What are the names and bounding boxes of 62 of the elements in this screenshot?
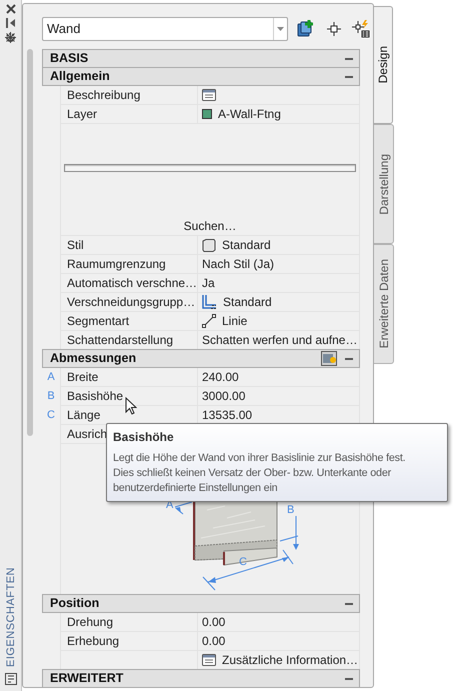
- dimension-arrow: [174, 502, 192, 514]
- image-icon[interactable]: [321, 351, 337, 366]
- property-label: Layer: [67, 106, 98, 123]
- property-label: Automatisch verschne…: [67, 275, 198, 292]
- tooltip-title: Basishöhe: [113, 429, 175, 446]
- property-value: 0.00: [202, 633, 226, 650]
- gear-icon[interactable]: [5, 32, 16, 43]
- dimension-marker: B: [47, 389, 55, 404]
- object-dropdown[interactable]: Wand: [42, 17, 288, 41]
- tab[interactable]: Erweiterte Daten: [374, 244, 394, 364]
- tooltip-text: Legt die Höhe der Wand von ihrer Basislinie zur Basishöhe fest. Dies schließt keinen Versatz der Ober- bzw. Unterkante oder benutzerdefinierte Einstellungen ein: [113, 451, 406, 496]
- property-value: Ja: [202, 275, 215, 292]
- property-value: Standard: [223, 294, 272, 311]
- quick-select-icon[interactable]: [352, 20, 370, 38]
- property-label: Stil: [67, 237, 84, 254]
- dimension-label: B: [287, 504, 294, 516]
- section-header[interactable]: Position: [42, 594, 360, 613]
- property-label: Raumumgrenzung: [67, 256, 166, 273]
- dropdown-arrow-icon: [277, 27, 284, 31]
- property-value: A-Wall-Ftng: [218, 106, 281, 123]
- intersection-icon: [202, 295, 217, 309]
- property-value[interactable]: Zusätzliche Information…: [222, 651, 358, 669]
- property-label: Drehung: [67, 614, 114, 631]
- property-label: Basishöhe: [67, 388, 124, 405]
- section-header[interactable]: ERWEITERT: [42, 669, 360, 687]
- tab[interactable]: Design: [373, 6, 393, 124]
- property-value: Nach Stil (Ja): [202, 256, 274, 273]
- property-value: 3000.00: [202, 388, 246, 405]
- dimension-marker: A: [47, 370, 55, 386]
- property-label: Verschneidungsgrupp…: [67, 294, 196, 311]
- scrollbar-thumb[interactable]: [26, 49, 32, 436]
- pin-icon[interactable]: [6, 18, 16, 28]
- property-value: Linie: [222, 313, 248, 330]
- dimension-label: C: [239, 556, 247, 568]
- property-label: Beschreibung: [67, 87, 140, 104]
- property-value: 0.00: [202, 614, 226, 631]
- table-icon[interactable]: [202, 654, 216, 666]
- table-icon[interactable]: [202, 89, 216, 101]
- tab[interactable]: Darstellung: [374, 124, 394, 244]
- cursor-icon: [125, 397, 137, 415]
- property-value: 13535.00: [202, 407, 252, 424]
- property-value: Schatten werfen und aufne…: [202, 332, 358, 349]
- close-icon[interactable]: [6, 4, 16, 14]
- property-value: 240.00: [202, 369, 239, 386]
- property-value: Standard: [222, 237, 271, 254]
- section-header[interactable]: BASIS: [42, 49, 360, 68]
- search-link[interactable]: Suchen…: [184, 217, 236, 235]
- property-label: Ausrich: [67, 426, 108, 443]
- property-label: Segmentart: [67, 313, 130, 330]
- property-label: Länge: [67, 407, 100, 424]
- style-icon: [202, 238, 216, 252]
- property-label: Erhebung: [67, 633, 120, 650]
- property-label: Breite: [67, 369, 98, 386]
- line-segment-icon: [202, 314, 216, 328]
- section-header[interactable]: Allgemein: [42, 67, 360, 86]
- dimension-marker: C: [47, 408, 55, 424]
- section-header[interactable]: Abmessungen: [42, 349, 360, 368]
- panel-title: EIGENSCHAFTEN: [4, 566, 18, 667]
- add-object-icon[interactable]: [296, 19, 316, 39]
- crosshair-icon[interactable]: [326, 21, 342, 37]
- property-label: Schattendarstellung: [67, 332, 174, 349]
- properties-icon[interactable]: [5, 673, 17, 685]
